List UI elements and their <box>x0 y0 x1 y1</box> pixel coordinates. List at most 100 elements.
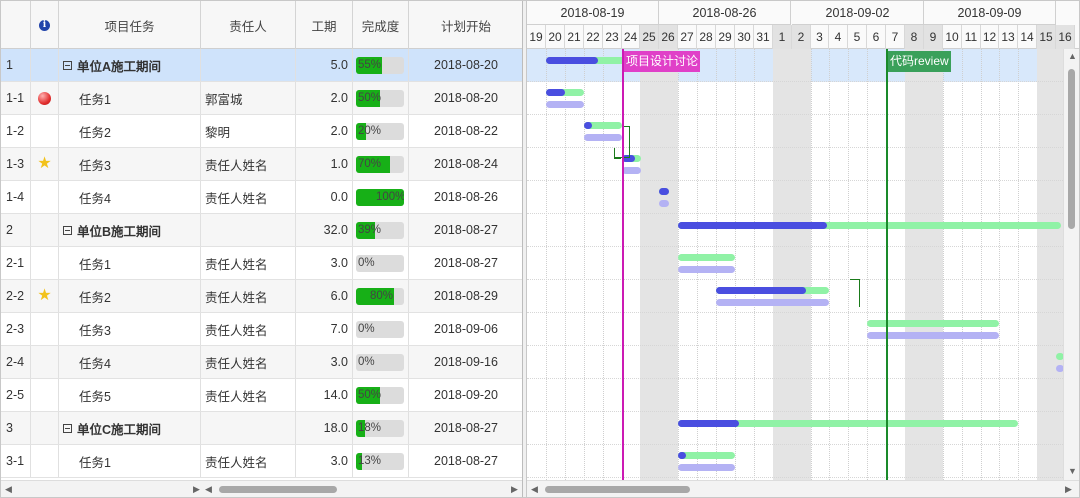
duration-cell[interactable]: 7.0 <box>296 313 353 345</box>
dependency-link[interactable] <box>614 158 621 159</box>
progress-cell[interactable]: 50% <box>353 379 409 411</box>
task-name-cell[interactable]: 单位B施工期间 <box>59 214 201 246</box>
dependency-link[interactable] <box>860 307 861 308</box>
column-header-progress[interactable]: 完成度 <box>353 1 409 49</box>
progress-cell[interactable]: 39% <box>353 214 409 246</box>
duration-cell[interactable]: 2.0 <box>296 82 353 114</box>
owner-cell[interactable]: 责任人姓名 <box>201 346 296 378</box>
duration-cell[interactable]: 5.0 <box>296 49 353 81</box>
start-date-cell[interactable]: 2018-08-20 <box>409 49 522 81</box>
scroll-down-icon[interactable]: ▼ <box>1068 466 1077 476</box>
start-date-cell[interactable]: 2018-09-16 <box>409 346 522 378</box>
collapse-toggle-icon[interactable] <box>63 60 72 70</box>
duration-cell[interactable]: 6.0 <box>296 280 353 312</box>
start-date-cell[interactable]: 2018-08-27 <box>409 214 522 246</box>
task-name-cell[interactable]: 任务4 <box>59 181 201 213</box>
owner-cell[interactable]: 郭富城 <box>201 82 296 114</box>
duration-cell[interactable]: 14.0 <box>296 379 353 411</box>
progress-cell[interactable]: 50% <box>353 82 409 114</box>
owner-cell[interactable]: 责任人姓名 <box>201 379 296 411</box>
progress-cell[interactable]: 100% <box>353 181 409 213</box>
task-planned-bar[interactable] <box>622 167 641 174</box>
collapse-toggle-icon[interactable] <box>63 423 72 433</box>
task-name-cell[interactable]: 任务3 <box>59 148 201 180</box>
owner-cell[interactable]: 黎明 <box>201 115 296 147</box>
task-name-cell[interactable]: 任务2 <box>59 280 201 312</box>
column-header-duration[interactable]: 工期 <box>296 1 353 49</box>
duration-cell[interactable]: 1.0 <box>296 148 353 180</box>
table-row[interactable]: 1-1 任务1 郭富城 2.0 50% 2018-08-20 <box>1 82 522 115</box>
task-name-cell[interactable]: 任务1 <box>59 247 201 279</box>
milestone-label[interactable]: 代码review <box>888 51 951 72</box>
progress-cell[interactable]: 70% <box>353 148 409 180</box>
progress-cell[interactable]: 18% <box>353 412 409 444</box>
chart-vertical-scrollbar[interactable]: ▲ ▼ <box>1063 49 1079 480</box>
progress-cell[interactable]: 80% <box>353 280 409 312</box>
collapse-toggle-icon[interactable] <box>63 225 72 235</box>
table-row[interactable]: 1-3 ★ 任务3 责任人姓名 1.0 70% 2018-08-24 <box>1 148 522 181</box>
table-row[interactable]: 1 单位A施工期间 5.0 55% 2018-08-20 <box>1 49 522 82</box>
progress-cell[interactable]: 0% <box>353 346 409 378</box>
owner-cell[interactable]: 责任人姓名 <box>201 247 296 279</box>
scroll-up-icon[interactable]: ▲ <box>1068 51 1077 61</box>
task-name-cell[interactable]: 任务1 <box>59 82 201 114</box>
start-date-cell[interactable]: 2018-09-06 <box>409 313 522 345</box>
duration-cell[interactable]: 3.0 <box>296 445 353 477</box>
start-date-cell[interactable]: 2018-08-27 <box>409 412 522 444</box>
task-name-cell[interactable]: 任务4 <box>59 346 201 378</box>
progress-cell[interactable]: 0% <box>353 313 409 345</box>
scrollbar-thumb[interactable] <box>1068 69 1075 229</box>
column-header-task[interactable]: 项目任务 <box>59 1 201 49</box>
start-date-cell[interactable]: 2018-08-29 <box>409 280 522 312</box>
scrollbar-thumb[interactable] <box>219 486 337 493</box>
task-name-cell[interactable]: 任务1 <box>59 445 201 477</box>
task-planned-bar[interactable] <box>546 101 584 108</box>
task-progress-bar[interactable] <box>584 122 592 129</box>
milestone-label[interactable]: 项目设计讨论 <box>624 51 701 72</box>
task-actual-bar[interactable] <box>678 452 735 459</box>
start-date-cell[interactable]: 2018-08-26 <box>409 181 522 213</box>
scrollbar-thumb[interactable] <box>545 486 690 493</box>
duration-cell[interactable]: 32.0 <box>296 214 353 246</box>
task-progress-bar[interactable] <box>659 188 669 195</box>
scroll-right-icon[interactable]: ▶ <box>1065 484 1072 495</box>
scroll-left-icon[interactable]: ◀ <box>205 484 212 495</box>
owner-cell[interactable] <box>201 214 296 246</box>
progress-cell[interactable]: 55% <box>353 49 409 81</box>
start-date-cell[interactable]: 2018-08-22 <box>409 115 522 147</box>
owner-cell[interactable]: 责任人姓名 <box>201 445 296 477</box>
owner-cell[interactable]: 责任人姓名 <box>201 313 296 345</box>
start-date-cell[interactable]: 2018-08-24 <box>409 148 522 180</box>
duration-cell[interactable]: 2.0 <box>296 115 353 147</box>
column-header-indicator[interactable]: i <box>31 1 59 49</box>
group-progress-bar[interactable] <box>678 420 739 427</box>
duration-cell[interactable]: 0.0 <box>296 181 353 213</box>
task-planned-bar[interactable] <box>678 266 735 273</box>
dependency-link[interactable] <box>850 279 860 307</box>
column-header-start[interactable]: 计划开始 <box>409 1 522 49</box>
table-row[interactable]: 2-2 ★ 任务2 责任人姓名 6.0 80% 2018-08-29 <box>1 280 522 313</box>
duration-cell[interactable]: 3.0 <box>296 247 353 279</box>
task-name-cell[interactable]: 任务5 <box>59 379 201 411</box>
group-progress-bar[interactable] <box>678 222 827 229</box>
table-row[interactable]: 3-1 任务1 责任人姓名 3.0 13% 2018-08-27 <box>1 445 522 478</box>
owner-cell[interactable]: 责任人姓名 <box>201 280 296 312</box>
task-planned-bar[interactable] <box>678 464 735 471</box>
owner-cell[interactable] <box>201 412 296 444</box>
duration-cell[interactable]: 3.0 <box>296 346 353 378</box>
start-date-cell[interactable]: 2018-09-20 <box>409 379 522 411</box>
task-name-cell[interactable]: 任务2 <box>59 115 201 147</box>
start-date-cell[interactable]: 2018-08-27 <box>409 247 522 279</box>
task-name-cell[interactable]: 单位C施工期间 <box>59 412 201 444</box>
grid-horizontal-scrollbar[interactable]: ◀ ▶ ◀ ▶ <box>1 480 522 497</box>
owner-cell[interactable]: 责任人姓名 <box>201 148 296 180</box>
progress-cell[interactable]: 20% <box>353 115 409 147</box>
task-planned-bar[interactable] <box>584 134 622 141</box>
start-date-cell[interactable]: 2018-08-20 <box>409 82 522 114</box>
scroll-left-icon[interactable]: ◀ <box>5 484 12 495</box>
table-row[interactable]: 2-1 任务1 责任人姓名 3.0 0% 2018-08-27 <box>1 247 522 280</box>
task-progress-bar[interactable] <box>546 89 565 96</box>
duration-cell[interactable]: 18.0 <box>296 412 353 444</box>
table-row[interactable]: 2 单位B施工期间 32.0 39% 2018-08-27 <box>1 214 522 247</box>
scroll-right-icon[interactable]: ▶ <box>193 484 200 495</box>
